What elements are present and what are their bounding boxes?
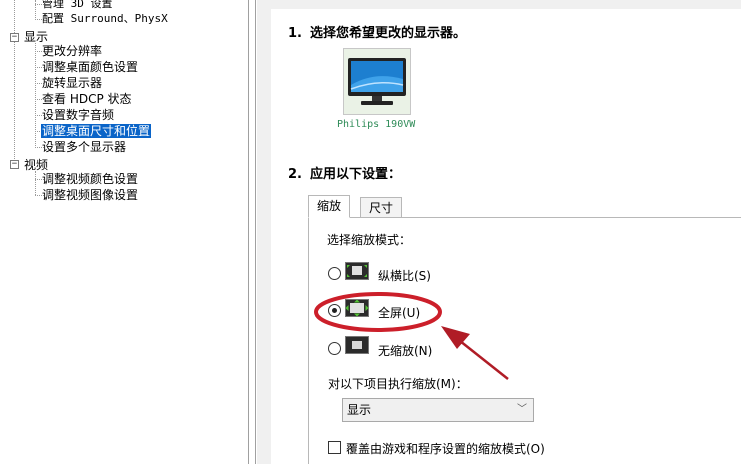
chevron-down-icon: ﹀	[517, 404, 527, 415]
tree-item-label: 调整桌面颜色设置	[42, 60, 139, 74]
tree-item-change-resolution[interactable]: 更改分辨率	[42, 43, 102, 59]
fullscreen-radio[interactable]	[328, 304, 341, 317]
override-scaling-checkbox[interactable]	[328, 441, 341, 454]
fullscreen-icon	[345, 299, 369, 317]
tree-item-digital-audio[interactable]: 设置数字音频	[42, 107, 114, 123]
aspect-ratio-icon	[345, 262, 369, 280]
tree-item-label: 设置数字音频	[42, 108, 115, 122]
override-scaling-label[interactable]: 覆盖由游戏和程序设置的缩放模式(O)	[346, 440, 545, 457]
tab-label: 尺寸	[369, 201, 394, 215]
tree-connector	[35, 171, 36, 195]
section-title: 选择您希望更改的显示器。	[310, 26, 467, 41]
tree-connector	[14, 0, 15, 165]
tree-item-label: 视频	[24, 158, 49, 172]
tree-item-label: 调整桌面尺寸和位置	[41, 124, 152, 138]
monitor-icon	[348, 58, 406, 105]
section-title: 应用以下设置：	[310, 167, 402, 182]
section-select-display-heading: 1. 选择您希望更改的显示器。	[288, 22, 466, 41]
tree-item-label: 查看 HDCP 状态	[42, 92, 132, 106]
no-scaling-label[interactable]: 无缩放(N)	[378, 342, 432, 359]
tree-connector	[35, 0, 36, 20]
collapse-icon[interactable]: −	[10, 33, 19, 42]
section-number: 2.	[288, 167, 302, 182]
tree-item-desktop-size-position[interactable]: 调整桌面尺寸和位置	[41, 123, 152, 139]
scaling-tab-panel	[308, 217, 741, 464]
section-number: 1.	[288, 26, 302, 41]
select-value: 显示	[347, 403, 372, 417]
tab-label: 缩放	[317, 199, 342, 213]
display-name-label: Philips 190VW	[337, 119, 416, 130]
tree-item-label: 更改分辨率	[42, 44, 103, 58]
tree-item-label: 旋转显示器	[42, 76, 103, 90]
fullscreen-label[interactable]: 全屏(U)	[378, 304, 420, 321]
settings-page: 1. 选择您希望更改的显示器。 Philips 190VW 2. 应用以下设置： 缩…	[271, 9, 741, 464]
navigation-tree: − − 管理 3D 设置 配置 Surround、PhysX 显示 更改分辨率 …	[0, 0, 248, 464]
tree-item-label: 调整视频颜色设置	[42, 172, 139, 186]
tree-item-video-color[interactable]: 调整视频颜色设置	[42, 171, 138, 187]
perform-scaling-on-label: 对以下项目执行缩放(M)：	[328, 377, 468, 391]
tab-scaling[interactable]: 缩放	[308, 195, 351, 218]
no-scaling-icon	[345, 336, 369, 354]
tree-item-desktop-color[interactable]: 调整桌面颜色设置	[42, 59, 138, 75]
tree-item-label: 设置多个显示器	[42, 140, 127, 154]
tab-size[interactable]: 尺寸	[360, 197, 403, 218]
panel-splitter[interactable]	[248, 0, 256, 464]
tree-item-label: 配置 Surround、PhysX	[42, 12, 168, 25]
tree-item-hdcp-status[interactable]: 查看 HDCP 状态	[42, 91, 132, 107]
section-apply-settings-heading: 2. 应用以下设置：	[288, 163, 401, 182]
display-thumbnail[interactable]	[343, 48, 411, 115]
tree-item-label: 调整视频图像设置	[42, 188, 139, 202]
tree-item-label: 显示	[24, 30, 49, 44]
scaling-mode-label: 选择缩放模式：	[327, 233, 412, 247]
tree-connector	[35, 43, 36, 148]
settings-panel: 1. 选择您希望更改的显示器。 Philips 190VW 2. 应用以下设置： 缩…	[257, 0, 741, 464]
tree-item-video-image[interactable]: 调整视频图像设置	[42, 187, 138, 203]
tree-item-rotate-display[interactable]: 旋转显示器	[42, 75, 102, 91]
tree-item-label: 管理 3D 设置	[42, 0, 113, 10]
no-scaling-radio[interactable]	[328, 342, 341, 355]
tree-item-multiple-displays[interactable]: 设置多个显示器	[42, 139, 126, 155]
collapse-icon[interactable]: −	[10, 160, 19, 169]
aspect-ratio-radio[interactable]	[328, 267, 341, 280]
aspect-ratio-label[interactable]: 纵横比(S)	[378, 267, 431, 284]
tree-item-surround-physx[interactable]: 配置 Surround、PhysX	[42, 11, 168, 27]
perform-scaling-on-select[interactable]: 显示 ﹀	[342, 398, 534, 422]
